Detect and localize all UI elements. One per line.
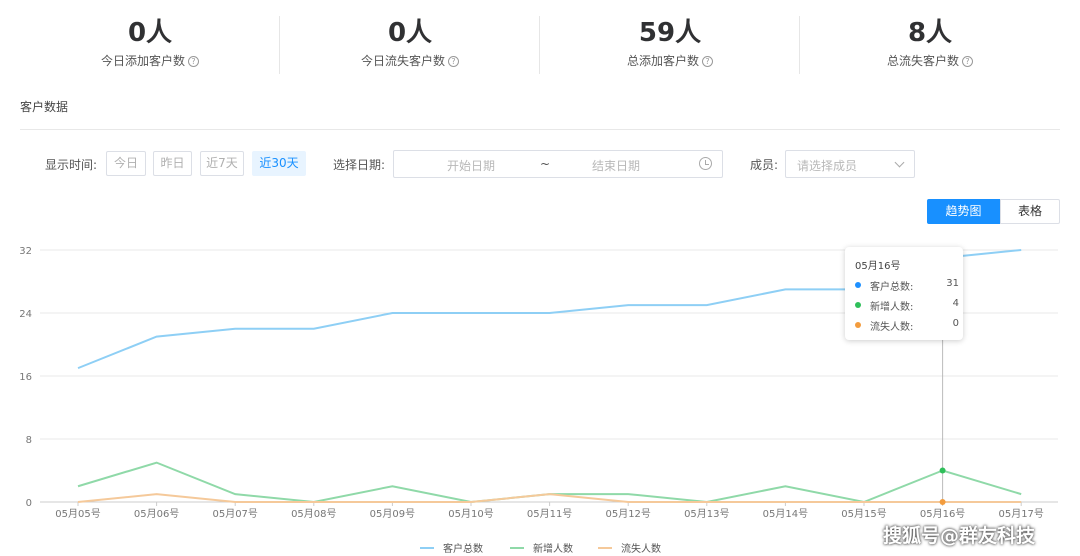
trend-view-button[interactable]: 趋势图 xyxy=(927,199,1000,224)
range-separator: ~ xyxy=(540,157,551,171)
data-point xyxy=(939,499,946,505)
x-tick-label: 05月09号 xyxy=(370,508,415,520)
help-icon[interactable]: ? xyxy=(448,56,459,67)
watermark: 搜狐号@群友科技 xyxy=(883,525,1036,547)
stat-label: 今日添加客户数 xyxy=(100,54,185,68)
tooltip-row-value: 0 xyxy=(952,318,959,329)
date-filter-label: 选择日期: xyxy=(333,158,386,172)
x-tick-label: 05月10号 xyxy=(448,508,493,520)
data-point xyxy=(939,467,946,474)
stat-label: 总添加客户数 xyxy=(626,54,699,68)
y-tick-label: 8 xyxy=(26,435,32,446)
time-filter-label: 显示时间: xyxy=(45,158,98,172)
series-line-2 xyxy=(77,461,1022,504)
tooltip-row-lost: 流失人数: 0 xyxy=(855,318,959,333)
time-button-yesterday[interactable]: 昨日 xyxy=(153,151,192,176)
y-tick-label: 0 xyxy=(26,498,32,509)
x-tick-label: 05月16号 xyxy=(920,508,965,520)
start-date-input[interactable]: 开始日期 xyxy=(447,157,495,174)
date-range-picker[interactable]: 开始日期 ~ 结束日期 xyxy=(393,150,723,178)
chevron-down-icon xyxy=(894,157,905,168)
time-button-7days[interactable]: 近7天 xyxy=(200,151,244,176)
tooltip-row-value: 31 xyxy=(946,278,959,289)
help-icon[interactable]: ? xyxy=(962,56,973,67)
stat-value: 59人 xyxy=(638,18,702,48)
legend-label: 流失人数 xyxy=(621,542,661,555)
x-tick-label: 05月15号 xyxy=(841,508,886,520)
tooltip-row-value: 4 xyxy=(952,298,959,309)
member-select-placeholder: 请选择成员 xyxy=(797,159,858,173)
stat-value: 0人 xyxy=(387,18,433,48)
end-date-input[interactable]: 结束日期 xyxy=(592,157,640,174)
stat-total-added: 59人 总添加客户数? xyxy=(540,14,800,76)
section-divider xyxy=(20,129,1060,130)
section-title: 客户数据 xyxy=(20,100,69,114)
y-tick-label: 16 xyxy=(19,372,32,383)
x-tick-label: 05月06号 xyxy=(134,508,179,520)
x-tick-label: 05月12号 xyxy=(605,508,650,520)
stat-value: 0人 xyxy=(127,18,173,48)
table-view-button[interactable]: 表格 xyxy=(1000,199,1060,224)
x-tick-label: 05月08号 xyxy=(291,508,336,520)
series-dot-icon xyxy=(855,302,861,308)
tooltip-row-name: 客户总数: xyxy=(870,282,914,293)
stat-today-lost: 0人 今日流失客户数? xyxy=(280,14,540,76)
y-tick-label: 32 xyxy=(19,246,32,257)
series-dot-icon xyxy=(855,282,861,288)
time-button-30days[interactable]: 近30天 xyxy=(252,151,306,176)
tooltip-row-name: 流失人数: xyxy=(870,322,914,333)
x-tick-label: 05月11号 xyxy=(527,508,572,520)
help-icon[interactable]: ? xyxy=(702,56,713,67)
tooltip-row-name: 新增人数: xyxy=(870,302,914,313)
time-button-today[interactable]: 今日 xyxy=(106,151,146,176)
member-select[interactable]: 请选择成员 xyxy=(785,150,915,178)
stat-total-lost: 8人 总流失客户数? xyxy=(800,14,1060,76)
help-icon[interactable]: ? xyxy=(188,56,199,67)
stat-today-added: 0人 今日添加客户数? xyxy=(20,14,280,76)
series-dot-icon xyxy=(855,322,861,328)
tooltip-row-total: 客户总数: 31 xyxy=(855,278,959,293)
tooltip-row-new: 新增人数: 4 xyxy=(855,298,959,313)
x-tick-label: 05月17号 xyxy=(998,508,1043,520)
stat-label: 总流失客户数 xyxy=(886,54,959,68)
stat-value: 8人 xyxy=(907,18,953,48)
chart-tooltip: 05月16号 客户总数: 31 新增人数: 4 流失人数: 0 xyxy=(845,247,963,340)
stats-bar: 0人 今日添加客户数? 0人 今日流失客户数? 59人 总添加客户数? 8人 总… xyxy=(0,0,1080,90)
legend-label: 新增人数 xyxy=(533,542,573,555)
legend-label: 客户总数 xyxy=(443,542,483,555)
member-filter-label: 成员: xyxy=(750,158,779,172)
x-tick-label: 05月05号 xyxy=(55,508,100,520)
y-tick-label: 24 xyxy=(19,309,32,320)
clock-icon xyxy=(699,157,712,170)
x-tick-label: 05月13号 xyxy=(684,508,729,520)
stat-label: 今日流失客户数 xyxy=(360,54,445,68)
tooltip-title: 05月16号 xyxy=(855,261,901,272)
x-tick-label: 05月07号 xyxy=(212,508,257,520)
x-tick-label: 05月14号 xyxy=(763,508,808,520)
